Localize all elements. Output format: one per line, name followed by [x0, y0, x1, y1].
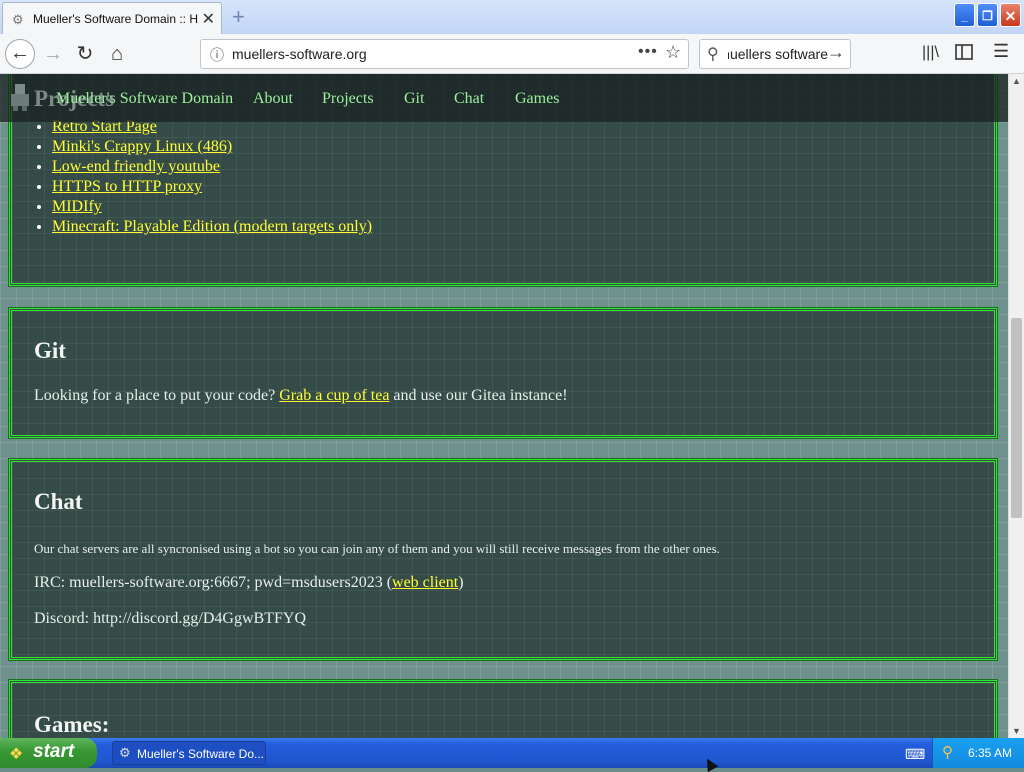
hamburger-menu-icon[interactable]: ☰ [993, 41, 1009, 62]
git-text-after: and use our Gitea instance! [393, 387, 568, 404]
browser-tab[interactable]: ⚙ Mueller's Software Domain :: Home ✕ [2, 2, 222, 34]
taskbar: ❖ start ⚙ Mueller's Software Do... ⌨ ⚲ 6… [0, 738, 1024, 768]
scrollbar-thumb[interactable] [1011, 318, 1022, 518]
chat-section: Chat Our chat servers are all syncronise… [8, 458, 998, 661]
list-item: HTTPS to HTTP proxy [52, 177, 372, 197]
browser-navbar: ← → ↻ ⌂ ⓘ muellers-software.org ••• ☆ ⚲ … [0, 34, 1024, 74]
git-text-before: Looking for a place to put your code? [34, 387, 276, 404]
nav-link-projects[interactable]: Projects [322, 90, 374, 108]
site-info-icon[interactable]: ⓘ [210, 45, 224, 65]
games-heading: Games: [34, 712, 110, 737]
new-tab-icon[interactable]: + [232, 4, 245, 30]
projects-list: Retro Start Page Minki's Crappy Linux (4… [52, 117, 372, 237]
list-item: MIDIfy [52, 197, 372, 217]
project-link[interactable]: Minki's Crappy Linux (486) [52, 138, 232, 155]
nav-link-home[interactable]: Mueller's Software Domain [56, 90, 233, 108]
taskbar-window-item[interactable]: ⚙ Mueller's Software Do... [112, 741, 266, 765]
keyboard-icon[interactable]: ⌨ [905, 746, 925, 763]
git-text: Looking for a place to put your code? Gr… [34, 387, 568, 405]
git-section: Git Looking for a place to put your code… [8, 307, 998, 439]
irc-close: ) [458, 574, 464, 591]
chat-heading: Chat [34, 489, 83, 514]
games-section: Games: [8, 679, 998, 738]
nav-link-chat[interactable]: Chat [454, 90, 484, 108]
bookmark-star-icon[interactable]: ☆ [665, 42, 681, 63]
search-input[interactable]: muellers software [728, 46, 828, 62]
git-heading: Git [34, 338, 66, 363]
page-actions-icon[interactable]: ••• [638, 43, 658, 61]
tray-search-icon[interactable]: ⚲ [942, 743, 953, 761]
project-link[interactable]: Low-end friendly youtube [52, 158, 220, 175]
browser-task-icon: ⚙ [119, 745, 131, 760]
url-bar[interactable]: ⓘ muellers-software.org ••• ☆ [200, 39, 689, 69]
irc-line: IRC: muellers-software.org:6667; pwd=msd… [34, 574, 464, 592]
project-link[interactable]: HTTPS to HTTP proxy [52, 178, 202, 195]
nav-link-about[interactable]: About [253, 90, 293, 108]
scroll-up-icon[interactable]: ▲ [1012, 76, 1021, 86]
tab-title: Mueller's Software Domain :: Home [33, 12, 198, 26]
site-nav-bar: Projects Mueller's Software Domain About… [0, 74, 1008, 122]
tab-close-icon[interactable]: ✕ [202, 9, 215, 29]
list-item: Low-end friendly youtube [52, 157, 372, 177]
back-arrow-icon[interactable]: ← [5, 39, 35, 69]
gitea-link[interactable]: Grab a cup of tea [279, 387, 389, 404]
nav-link-git[interactable]: Git [404, 90, 424, 108]
reload-icon[interactable]: ↻ [70, 39, 100, 69]
search-bar[interactable]: ⚲ muellers software → [699, 39, 851, 69]
forward-arrow-icon[interactable]: → [38, 39, 68, 69]
site-logo-icon [11, 84, 29, 111]
system-tray: ⚲ 6:35 AM [932, 738, 1024, 768]
url-text[interactable]: muellers-software.org [232, 46, 367, 62]
site-favicon-icon: ⚙ [12, 12, 24, 27]
list-item: Minki's Crappy Linux (486) [52, 137, 372, 157]
search-icon: ⚲ [707, 46, 719, 63]
sidebar-toggle-icon[interactable] [954, 42, 974, 62]
window-minimize-button[interactable]: _ [954, 3, 975, 27]
window-restore-button[interactable]: ❐ [977, 3, 998, 27]
list-item: Minecraft: Playable Edition (modern targ… [52, 217, 372, 237]
library-icon[interactable]: |||\ [922, 44, 939, 62]
start-label: start [33, 741, 75, 762]
scroll-down-icon[interactable]: ▼ [1012, 726, 1021, 736]
page-scrollbar[interactable]: ▲ ▼ [1008, 74, 1024, 738]
web-client-link[interactable]: web client [392, 574, 458, 591]
window-close-button[interactable]: ✕ [1000, 3, 1021, 27]
browser-titlebar: ⚙ Mueller's Software Domain :: Home ✕ + … [0, 0, 1024, 34]
windows-flag-icon: ❖ [9, 746, 24, 763]
nav-link-games[interactable]: Games [515, 90, 559, 108]
project-link[interactable]: MIDIfy [52, 198, 102, 215]
irc-text: IRC: muellers-software.org:6667; pwd=msd… [34, 574, 393, 591]
home-icon[interactable]: ⌂ [102, 39, 132, 69]
start-button[interactable]: ❖ start [0, 738, 97, 768]
clock[interactable]: 6:35 AM [968, 746, 1012, 760]
project-link[interactable]: Minecraft: Playable Edition (modern targ… [52, 218, 372, 235]
chat-intro: Our chat servers are all syncronised usi… [34, 541, 720, 556]
discord-line: Discord: http://discord.gg/D4GgwBTFYQ [34, 610, 306, 627]
page-viewport: Retro Start Page Minki's Crappy Linux (4… [0, 74, 1008, 738]
taskbar-window-label: Mueller's Software Do... [137, 747, 265, 761]
search-go-arrow-icon[interactable]: → [827, 42, 845, 63]
